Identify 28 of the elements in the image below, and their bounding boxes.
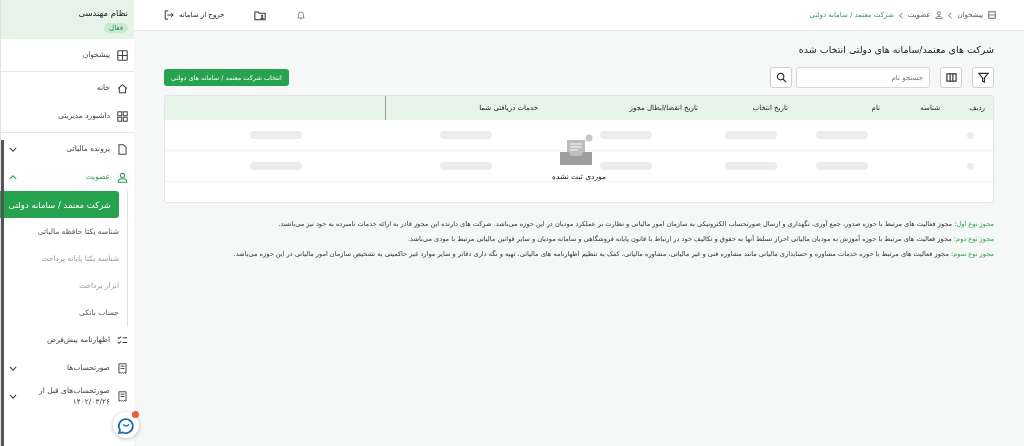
- chevron-down-icon: [9, 365, 17, 371]
- columns-icon: [945, 72, 957, 83]
- receipt-icon: [117, 362, 128, 374]
- logout-icon: [164, 10, 174, 20]
- chevron-down-icon: [9, 146, 17, 152]
- filter-icon: [977, 72, 989, 83]
- chevron-left-icon: [948, 11, 953, 19]
- columns-button[interactable]: [940, 67, 962, 88]
- dashboard-icon: [117, 110, 128, 122]
- filter-button[interactable]: [972, 67, 994, 88]
- chat-icon: [116, 415, 136, 435]
- search-button[interactable]: [770, 67, 792, 88]
- bell-icon[interactable]: [296, 10, 307, 20]
- chevron-up-icon: [9, 174, 17, 180]
- user-icon: [117, 171, 128, 183]
- scrollbar[interactable]: [1, 140, 4, 446]
- page-title: شرکت های معتمد/سامانه های دولتی انتخاب شده: [797, 44, 994, 55]
- receipt-icon: [117, 390, 128, 402]
- chat-button[interactable]: [113, 412, 139, 438]
- search-icon: [775, 72, 787, 83]
- chevron-left-icon: [898, 11, 903, 19]
- document-icon: [117, 143, 128, 155]
- home-icon: [117, 82, 128, 94]
- checklist-icon: [117, 334, 128, 346]
- folder-user-icon[interactable]: [254, 9, 267, 21]
- user-icon: [935, 11, 944, 19]
- chevron-down-icon: [9, 393, 17, 399]
- organization-name: نظام مهندسی: [78, 8, 128, 18]
